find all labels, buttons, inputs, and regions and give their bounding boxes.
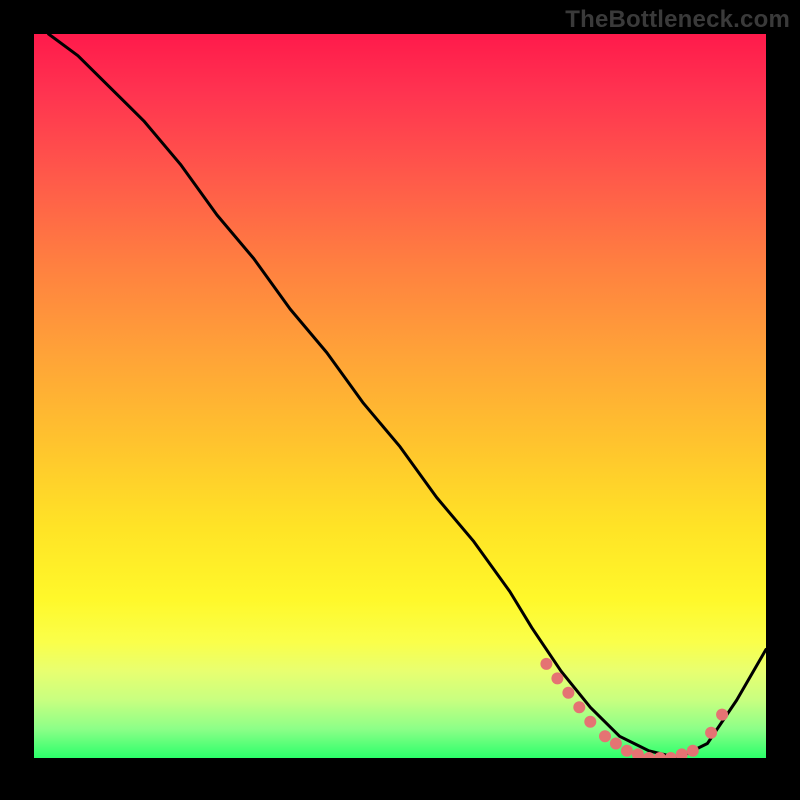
highlight-dot <box>599 730 611 742</box>
highlight-dot <box>621 745 633 757</box>
curve-layer <box>34 34 766 758</box>
highlight-dot <box>551 672 563 684</box>
highlight-dot <box>573 701 585 713</box>
bottleneck-curve-path <box>49 34 766 758</box>
highlight-dot <box>654 752 666 758</box>
highlight-dot <box>705 727 717 739</box>
highlight-dot <box>540 658 552 670</box>
bottleneck-curve <box>49 34 766 758</box>
chart-container: TheBottleneck.com <box>0 0 800 800</box>
watermark-text: TheBottleneck.com <box>565 6 790 34</box>
highlight-dot <box>584 716 596 728</box>
highlight-dot <box>610 738 622 750</box>
highlight-dot <box>632 748 644 758</box>
highlight-dot <box>676 748 688 758</box>
highlight-dots <box>540 658 728 758</box>
highlight-dot <box>716 709 728 721</box>
highlight-dot <box>665 752 677 758</box>
highlight-dot <box>562 687 574 699</box>
plot-area <box>34 34 766 758</box>
highlight-dot <box>643 752 655 758</box>
highlight-dot <box>687 745 699 757</box>
